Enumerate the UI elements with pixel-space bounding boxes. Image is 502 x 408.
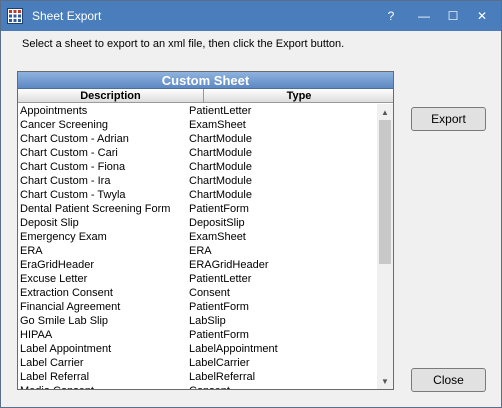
table-row[interactable]: HIPAA PatientForm	[18, 328, 377, 342]
export-button[interactable]: Export	[411, 107, 486, 131]
cell-type: ExamSheet	[189, 231, 246, 243]
table-row[interactable]: Financial Agreement PatientForm	[18, 300, 377, 314]
cell-description: Emergency Exam	[20, 231, 107, 243]
cell-description: Media Consent	[20, 384, 202, 389]
app-grid-icon	[7, 8, 23, 24]
table-row[interactable]: Chart Custom - Adrian ChartModule	[18, 132, 377, 146]
grid-title: Custom Sheet	[18, 72, 393, 89]
table-row[interactable]: Chart Custom - Ira ChartModule	[18, 174, 377, 188]
table-row[interactable]: Media ConsentConsent	[18, 384, 377, 389]
cell-description: Appointments	[20, 105, 88, 117]
scroll-down-arrow-icon[interactable]: ▼	[377, 373, 393, 389]
cell-type: ChartModule	[189, 189, 252, 201]
table-row[interactable]: Appointments PatientLetter	[18, 104, 377, 118]
cell-description: Chart Custom - Cari	[20, 147, 118, 159]
cell-description: Deposit Slip	[20, 217, 79, 229]
table-row[interactable]: Label Appointment LabelAppointment	[18, 342, 377, 356]
help-button[interactable]: ?	[376, 1, 406, 31]
cell-description: Chart Custom - Ira	[20, 175, 111, 187]
cell-description: Go Smile Lab Slip	[20, 315, 109, 327]
cell-description: EraGridHeader	[20, 259, 94, 271]
maximize-button[interactable]: ☐	[438, 1, 468, 31]
cell-description: Label Appointment	[20, 343, 112, 355]
cell-description: Chart Custom - Fiona	[20, 161, 126, 173]
cell-type: LabelReferral	[189, 371, 256, 383]
cell-type: LabelAppointment	[189, 343, 278, 355]
table-row[interactable]: Extraction Consent Consent	[18, 286, 377, 300]
cell-type: ChartModule	[189, 161, 252, 173]
close-window-button[interactable]: ✕	[467, 1, 497, 31]
vertical-scrollbar[interactable]: ▲ ▼	[377, 104, 393, 389]
instruction-text: Select a sheet to export to an xml file,…	[22, 38, 345, 50]
cell-type: ERAGridHeader	[189, 259, 269, 271]
cell-type: ChartModule	[189, 147, 252, 159]
table-row[interactable]: Deposit Slip DepositSlip	[18, 216, 377, 230]
table-row[interactable]: ERA ERA	[18, 244, 377, 258]
cell-type: ChartModule	[189, 175, 252, 187]
cell-description: Dental Patient Screening Form	[20, 203, 171, 215]
window-title: Sheet Export	[32, 9, 102, 23]
table-row[interactable]: Dental Patient Screening Form PatientForm	[18, 202, 377, 216]
cell-description: Extraction Consent	[20, 287, 113, 299]
custom-sheet-grid: Custom Sheet Description Type Appointmen…	[17, 71, 394, 390]
cell-type: ChartModule	[189, 133, 252, 145]
column-header-description[interactable]: Description	[18, 89, 204, 103]
cell-description: Chart Custom - Adrian	[20, 133, 129, 145]
title-bar[interactable]: Sheet Export ? — ☐ ✕	[1, 1, 501, 31]
cell-type: ERA	[189, 245, 212, 257]
column-header-type[interactable]: Type	[205, 89, 393, 103]
cell-description: ERA	[20, 245, 43, 257]
sheet-export-window: Sheet Export ? — ☐ ✕ Select a sheet to e…	[0, 0, 502, 408]
cell-description: Excuse Letter	[20, 273, 88, 285]
table-row[interactable]: Label Carrier LabelCarrier	[18, 356, 377, 370]
cell-description: HIPAA	[20, 329, 53, 341]
cell-description: Label Referral	[20, 371, 90, 383]
cell-type: ExamSheet	[189, 119, 246, 131]
cell-type: PatientLetter	[189, 273, 252, 285]
cell-type: PatientLetter	[189, 105, 252, 117]
table-row[interactable]: Cancer Screening ExamSheet	[18, 118, 377, 132]
table-row[interactable]: Emergency Exam ExamSheet	[18, 230, 377, 244]
table-row[interactable]: Chart Custom - Fiona ChartModule	[18, 160, 377, 174]
cell-type: PatientForm	[189, 329, 249, 341]
cell-type: PatientForm	[189, 203, 249, 215]
minimize-button[interactable]: —	[409, 1, 439, 31]
close-button[interactable]: Close	[411, 368, 486, 392]
scroll-up-arrow-icon[interactable]: ▲	[377, 104, 393, 120]
cell-type: PatientForm	[189, 301, 249, 313]
scrollbar-thumb[interactable]	[379, 120, 391, 264]
cell-description: Chart Custom - Twyla	[20, 189, 126, 201]
cell-description: Label Carrier	[20, 357, 84, 369]
table-row[interactable]: Excuse Letter PatientLetter	[18, 272, 377, 286]
cell-description: Cancer Screening	[20, 119, 109, 131]
cell-type: Consent	[189, 287, 230, 299]
cell-type: LabSlip	[189, 315, 226, 327]
table-row[interactable]: Chart Custom - Twyla ChartModule	[18, 188, 377, 202]
cell-description: Financial Agreement	[20, 301, 121, 313]
table-row[interactable]: Label Referral LabelReferral	[18, 370, 377, 384]
grid-rows: Appointments PatientLetter Cancer Screenin…	[18, 104, 377, 389]
table-row[interactable]: Chart Custom - Cari ChartModule	[18, 146, 377, 160]
cell-type: LabelCarrier	[189, 357, 250, 369]
grid-header-row: Description Type	[18, 89, 393, 103]
cell-type: Consent	[189, 384, 369, 389]
table-row[interactable]: Go Smile Lab Slip LabSlip	[18, 314, 377, 328]
cell-type: DepositSlip	[189, 217, 245, 229]
table-row[interactable]: EraGridHeader ERAGridHeader	[18, 258, 377, 272]
